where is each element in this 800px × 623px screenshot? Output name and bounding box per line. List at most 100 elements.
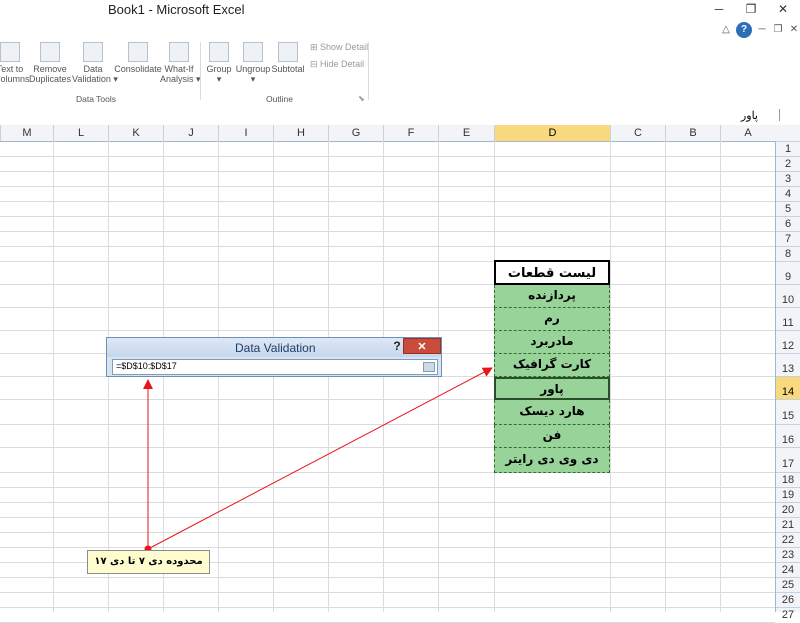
column-header-k[interactable]: K xyxy=(108,125,163,141)
ribbon: Text to Columns Remove Duplicates Data V… xyxy=(0,38,800,107)
column-header-d[interactable]: D xyxy=(494,125,610,141)
row-header-19[interactable]: 19 xyxy=(776,487,800,502)
row-header-7[interactable]: 7 xyxy=(776,231,800,246)
dialog-close-button[interactable]: ✕ xyxy=(403,338,441,354)
row-header-10[interactable]: 10 xyxy=(776,284,800,307)
row-header-11[interactable]: 11 xyxy=(776,307,800,330)
row-header-25[interactable]: 25 xyxy=(776,577,800,592)
grid-row-line xyxy=(0,424,775,425)
column-header-b[interactable]: B xyxy=(665,125,720,141)
row-header-4[interactable]: 4 xyxy=(776,186,800,201)
grid-row-line xyxy=(0,502,775,503)
hide-detail-button[interactable]: ⊟ Hide Detail xyxy=(310,59,364,70)
ungroup-button[interactable]: Ungroup ▾ xyxy=(234,42,272,84)
column-header-h[interactable]: H xyxy=(273,125,328,141)
grid-row-line xyxy=(0,447,775,448)
group-label: Group ▾ xyxy=(206,64,232,84)
column-headers: MLKJIHGFEDCBA xyxy=(0,125,800,142)
group-icon xyxy=(209,42,229,62)
row-header-26[interactable]: 26 xyxy=(776,592,800,607)
column-header-j[interactable]: J xyxy=(163,125,218,141)
column-header-m[interactable]: M xyxy=(0,125,53,141)
row-header-13[interactable]: 13 xyxy=(776,353,800,376)
formula-bar-expand-icon[interactable] xyxy=(779,109,788,121)
ribbon-minimize-icon[interactable]: △ xyxy=(718,22,734,38)
row-header-20[interactable]: 20 xyxy=(776,502,800,517)
row-header-15[interactable]: 15 xyxy=(776,399,800,424)
column-header-i[interactable]: I xyxy=(218,125,273,141)
what-if-analysis-button[interactable]: What-If Analysis ▾ xyxy=(160,42,201,84)
row-header-14[interactable]: 14 xyxy=(776,376,800,399)
consolidate-button[interactable]: Consolidate xyxy=(114,42,162,74)
grid-row-line xyxy=(0,517,775,518)
row-header-2[interactable]: 2 xyxy=(776,156,800,171)
show-detail-button[interactable]: ⊞ Show Detail xyxy=(310,42,368,53)
subtotal-button[interactable]: Subtotal xyxy=(271,42,305,74)
row-header-18[interactable]: 18 xyxy=(776,472,800,487)
outline-launcher-icon[interactable]: ⬊ xyxy=(358,94,365,103)
list-item[interactable]: مادربرد xyxy=(494,331,610,354)
grid-row-line xyxy=(0,216,775,217)
range-input[interactable]: =$D$10:$D$17 xyxy=(112,359,438,375)
list-item[interactable]: رم xyxy=(494,308,610,331)
row-header-5[interactable]: 5 xyxy=(776,201,800,216)
data-validation-button[interactable]: Data Validation ▾ xyxy=(72,42,118,84)
list-item[interactable]: پاور xyxy=(494,377,610,400)
remove-duplicates-label: Remove Duplicates xyxy=(28,64,72,84)
data-validation-icon xyxy=(83,42,103,62)
column-header-g[interactable]: G xyxy=(328,125,383,141)
row-header-12[interactable]: 12 xyxy=(776,330,800,353)
range-input-value: =$D$10:$D$17 xyxy=(116,361,177,371)
workbook-close-icon[interactable]: ✕ xyxy=(786,22,800,38)
minimize-icon[interactable]: ─ xyxy=(708,0,730,18)
text-to-columns-button[interactable]: Text to Columns xyxy=(0,42,30,84)
consolidate-label: Consolidate xyxy=(114,64,162,74)
row-header-21[interactable]: 21 xyxy=(776,517,800,532)
list-item[interactable]: فن xyxy=(494,425,610,448)
row-header-3[interactable]: 3 xyxy=(776,171,800,186)
list-item[interactable]: پردازنده xyxy=(494,285,610,308)
grid-row-line xyxy=(0,307,775,308)
grid-row-line xyxy=(0,592,775,593)
column-header-f[interactable]: F xyxy=(383,125,438,141)
subtotal-icon xyxy=(278,42,298,62)
show-detail-label: Show Detail xyxy=(320,42,369,52)
row-header-1[interactable]: 1 xyxy=(776,141,800,156)
formula-bar-value[interactable]: پاور xyxy=(741,109,758,122)
row-header-24[interactable]: 24 xyxy=(776,562,800,577)
list-item[interactable]: کارت گرافیک xyxy=(494,354,610,377)
remove-duplicates-button[interactable]: Remove Duplicates xyxy=(28,42,72,84)
grid-row-line xyxy=(0,231,775,232)
group-separator xyxy=(200,42,201,100)
row-header-16[interactable]: 16 xyxy=(776,424,800,447)
ungroup-icon xyxy=(243,42,263,62)
grid-row-line xyxy=(0,532,775,533)
data-validation-dialog: Data Validation ? ✕ =$D$10:$D$17 xyxy=(106,337,442,377)
row-header-6[interactable]: 6 xyxy=(776,216,800,231)
list-item[interactable]: هارد دیسک xyxy=(494,400,610,425)
data-validation-label: Data Validation ▾ xyxy=(72,64,118,84)
restore-icon[interactable]: ❐ xyxy=(740,0,762,18)
row-header-23[interactable]: 23 xyxy=(776,547,800,562)
help-icon[interactable]: ? xyxy=(736,22,752,38)
workbook-restore-icon[interactable]: ❐ xyxy=(770,22,786,38)
column-header-c[interactable]: C xyxy=(610,125,665,141)
workbook-minimize-icon[interactable]: ─ xyxy=(754,22,770,38)
row-header-9[interactable]: 9 xyxy=(776,261,800,284)
list-header-cell[interactable]: لیست قطعات xyxy=(494,260,610,285)
hide-detail-label: Hide Detail xyxy=(320,59,365,69)
column-header-e[interactable]: E xyxy=(438,125,494,141)
column-header-l[interactable]: L xyxy=(53,125,108,141)
list-item[interactable]: دی وی دی رایتر xyxy=(494,448,610,473)
row-header-17[interactable]: 17 xyxy=(776,447,800,472)
group-label-data-tools: Data Tools xyxy=(76,94,117,104)
column-header-a[interactable]: A xyxy=(720,125,775,141)
what-if-label: What-If Analysis ▾ xyxy=(160,64,201,84)
expand-dialog-icon[interactable] xyxy=(423,362,435,372)
close-icon[interactable]: ✕ xyxy=(772,0,794,18)
group-button[interactable]: Group ▾ xyxy=(205,42,233,84)
row-header-8[interactable]: 8 xyxy=(776,246,800,261)
row-header-27[interactable]: 27 xyxy=(776,607,800,622)
dialog-titlebar[interactable]: Data Validation ? ✕ xyxy=(107,338,441,357)
row-header-22[interactable]: 22 xyxy=(776,532,800,547)
